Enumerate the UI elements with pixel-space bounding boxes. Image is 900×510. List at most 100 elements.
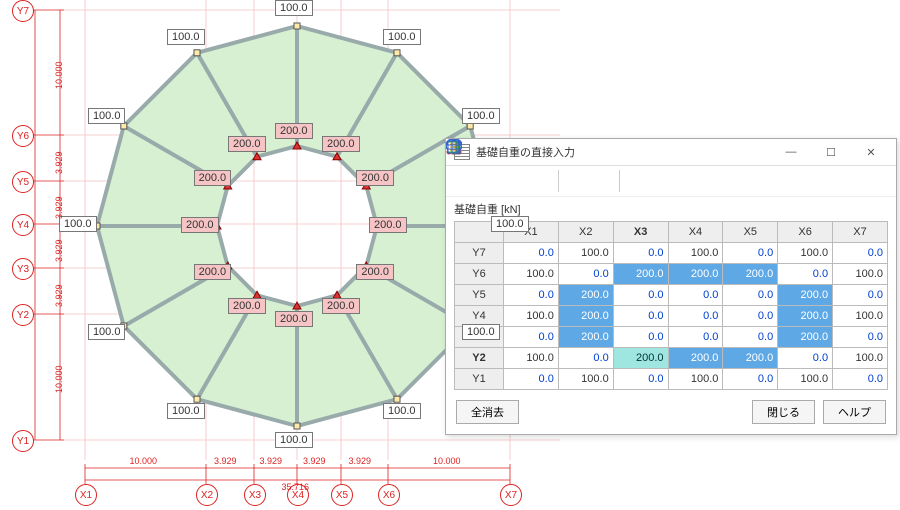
x-axis-marker: X2 — [196, 484, 218, 506]
delete-icon[interactable] — [530, 170, 552, 192]
weight-cell[interactable]: 200.0 — [778, 327, 833, 348]
weight-cell[interactable]: 100.0 — [778, 243, 833, 264]
paste-icon[interactable] — [504, 170, 526, 192]
help-button[interactable]: ヘルプ — [823, 400, 886, 424]
x-axis-marker: X6 — [378, 484, 400, 506]
weight-cell[interactable]: 100.0 — [504, 348, 559, 369]
weight-cell[interactable]: 0.0 — [833, 327, 888, 348]
outer-load-label: 100.0 — [167, 403, 205, 419]
col-header[interactable]: X5 — [723, 222, 778, 243]
weight-cell[interactable]: 200.0 — [668, 348, 723, 369]
weight-cell[interactable]: 100.0 — [504, 264, 559, 285]
inner-load-label: 200.0 — [322, 298, 360, 314]
weight-cell[interactable]: 0.0 — [504, 285, 559, 306]
outer-load-label: 100.0 — [88, 324, 126, 340]
weight-cell[interactable]: 100.0 — [833, 348, 888, 369]
weight-cell[interactable]: 0.0 — [723, 243, 778, 264]
inner-load-label: 200.0 — [322, 136, 360, 152]
row-header[interactable]: Y6 — [455, 264, 504, 285]
weight-cell[interactable]: 0.0 — [723, 369, 778, 390]
weight-cell[interactable]: 0.0 — [558, 264, 613, 285]
weight-table[interactable]: X1X2X3X4X5X6X7Y70.0100.00.0100.00.0100.0… — [454, 221, 888, 390]
y-axis-marker: Y6 — [12, 125, 34, 147]
row-header[interactable]: Y7 — [455, 243, 504, 264]
weight-cell[interactable]: 200.0 — [723, 348, 778, 369]
weight-cell[interactable]: 0.0 — [723, 327, 778, 348]
clear-all-button[interactable]: 全消去 — [456, 400, 519, 424]
table-icon[interactable] — [704, 170, 726, 192]
weight-cell[interactable]: 200.0 — [558, 327, 613, 348]
x-total-dimension: 35.716 — [282, 482, 310, 492]
weight-cell[interactable]: 100.0 — [668, 369, 723, 390]
weight-cell[interactable]: 0.0 — [613, 327, 668, 348]
y-dimension: 3.929 — [54, 196, 64, 219]
weight-cell[interactable]: 0.0 — [668, 306, 723, 327]
outer-load-label: 100.0 — [383, 403, 421, 419]
weight-cell[interactable]: 0.0 — [504, 369, 559, 390]
weight-cell[interactable]: 200.0 — [558, 306, 613, 327]
weight-cell[interactable]: 200.0 — [778, 306, 833, 327]
y-dimension: 3.929 — [54, 239, 64, 262]
print-icon[interactable] — [626, 170, 648, 192]
weight-cell[interactable]: 0.0 — [833, 369, 888, 390]
close-window-button[interactable]: ✕ — [854, 143, 888, 161]
col-header[interactable]: X6 — [778, 222, 833, 243]
weight-cell[interactable]: 100.0 — [833, 264, 888, 285]
close-button[interactable]: 閉じる — [752, 400, 815, 424]
weight-cell[interactable]: 100.0 — [504, 306, 559, 327]
weight-cell[interactable]: 0.0 — [504, 243, 559, 264]
row-header[interactable]: Y2 — [455, 348, 504, 369]
weight-cell[interactable]: 100.0 — [668, 243, 723, 264]
weight-cell[interactable]: 0.0 — [613, 369, 668, 390]
col-header[interactable]: X2 — [558, 222, 613, 243]
weight-cell[interactable]: 200.0 — [613, 264, 668, 285]
redo-icon[interactable] — [591, 170, 613, 192]
outer-load-label: 100.0 — [383, 29, 421, 45]
weight-cell[interactable]: 0.0 — [613, 306, 668, 327]
dialog-toolbar — [446, 166, 896, 197]
weight-cell[interactable]: 200.0 — [558, 285, 613, 306]
inner-load-label: 200.0 — [356, 170, 394, 186]
y-dimension: 3.929 — [54, 284, 64, 307]
weight-cell[interactable]: 0.0 — [504, 327, 559, 348]
maximize-button[interactable]: ☐ — [814, 143, 848, 161]
export-icon[interactable] — [652, 170, 674, 192]
x-axis-marker: X7 — [500, 484, 522, 506]
weight-cell[interactable]: 200.0 — [668, 264, 723, 285]
copy-icon[interactable] — [478, 170, 500, 192]
outer-load-label: 100.0 — [462, 324, 500, 340]
x-dimension: 3.929 — [349, 456, 372, 466]
weight-cell[interactable]: 0.0 — [613, 285, 668, 306]
weight-cell[interactable]: 100.0 — [833, 306, 888, 327]
inner-load-label: 200.0 — [228, 136, 266, 152]
settings-icon[interactable] — [678, 170, 700, 192]
x-dimension: 3.929 — [214, 456, 237, 466]
weight-cell[interactable]: 0.0 — [723, 306, 778, 327]
col-header[interactable]: X3 — [613, 222, 668, 243]
cut-icon[interactable] — [452, 170, 474, 192]
dialog-titlebar[interactable]: 基礎自重の直接入力 — ☐ ✕ — [446, 139, 896, 166]
weight-cell[interactable]: 0.0 — [668, 285, 723, 306]
x-dimension: 10.000 — [433, 456, 461, 466]
weight-cell[interactable]: 0.0 — [668, 327, 723, 348]
undo-icon[interactable] — [565, 170, 587, 192]
weight-cell[interactable]: 0.0 — [778, 348, 833, 369]
weight-cell[interactable]: 200.0 — [613, 348, 668, 369]
weight-cell[interactable]: 200.0 — [778, 285, 833, 306]
weight-cell[interactable]: 100.0 — [558, 243, 613, 264]
col-header[interactable]: X4 — [668, 222, 723, 243]
y-dimension: 3.929 — [54, 151, 64, 174]
weight-cell[interactable]: 0.0 — [833, 243, 888, 264]
weight-cell[interactable]: 0.0 — [723, 285, 778, 306]
row-header[interactable]: Y5 — [455, 285, 504, 306]
col-header[interactable]: X7 — [833, 222, 888, 243]
weight-cell[interactable]: 0.0 — [613, 243, 668, 264]
weight-cell[interactable]: 0.0 — [833, 285, 888, 306]
weight-cell[interactable]: 100.0 — [558, 369, 613, 390]
weight-cell[interactable]: 0.0 — [778, 264, 833, 285]
weight-cell[interactable]: 0.0 — [558, 348, 613, 369]
minimize-button[interactable]: — — [774, 143, 808, 161]
weight-cell[interactable]: 100.0 — [778, 369, 833, 390]
row-header[interactable]: Y1 — [455, 369, 504, 390]
weight-cell[interactable]: 200.0 — [723, 264, 778, 285]
